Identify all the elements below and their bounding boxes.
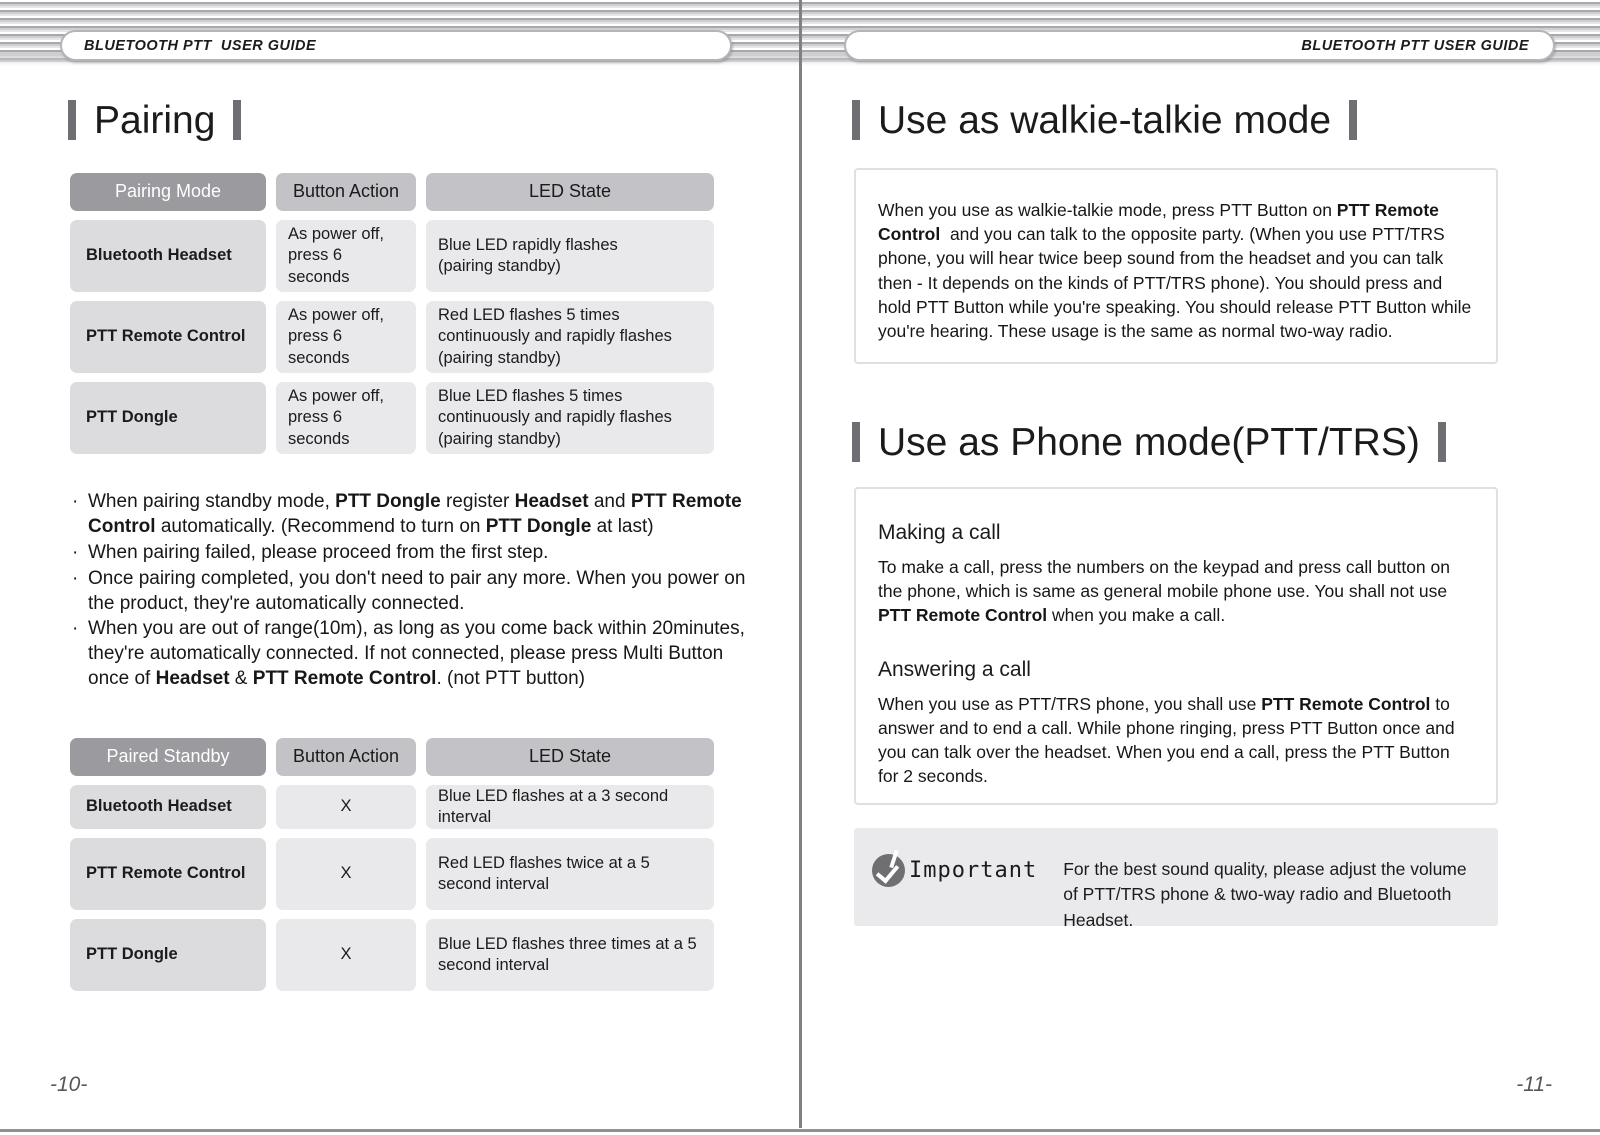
standby-row2-led: Blue LED flashes three times at a 5 seco… [426,919,714,991]
pairing-table-header-row: Pairing Mode Button Action LED State [70,173,714,211]
pairing-table-header-mode: Pairing Mode [70,173,266,211]
running-header-right-text: BLUETOOTH PTT USER GUIDE [1301,37,1529,54]
standby-row0-led: Blue LED flashes at a 3 second interval [426,785,714,829]
list-item: · When pairing failed, please proceed fr… [72,541,752,566]
important-text: For the best sound quality, please adjus… [1063,859,1467,930]
list-item: · Once pairing completed, you don't need… [72,567,752,617]
standby-row0-mode: Bluetooth Headset [70,785,266,829]
pairing-table: Pairing Mode Button Action LED State Blu… [70,173,714,463]
heading-bar-left-icon [852,100,860,140]
heading-bar-right-icon [233,100,242,140]
walkie-talkie-body: When you use as walkie-talkie mode, pres… [878,200,1472,342]
important-label: Important [909,858,1038,883]
page-gutter-divider [799,0,802,1128]
running-header-left-text: BLUETOOTH PTT USER GUIDE [84,37,317,54]
pairing-table-header-led: LED State [426,173,714,211]
section-heading-pairing: Pairing [68,98,242,142]
pairing-row2-led: Blue LED flashes 5 times continuously an… [426,382,714,454]
heading-bar-left-icon [852,422,860,462]
standby-table-header-row: Paired Standby Button Action LED State [70,738,714,776]
answering-a-call-body: When you use as PTT/TRS phone, you shall… [878,693,1455,787]
pairing-table-header-action: Button Action [276,173,416,211]
pairing-row1-led: Red LED flashes 5 times continuously and… [426,301,714,373]
standby-table-header-action: Button Action [276,738,416,776]
standby-row1-action: X [276,838,416,910]
pairing-notes-list: · When pairing standby mode, PTT Dongle … [72,490,752,693]
standby-row2-action: X [276,919,416,991]
making-a-call-heading: Making a call [878,521,1001,544]
important-badge [872,828,905,887]
page-number-left: -10- [50,1073,88,1096]
bottom-rule-divider [0,1129,1600,1132]
table-row: PTT Dongle As power off, press 6 seconds… [70,382,714,454]
pairing-row2-action: As power off, press 6 seconds [276,382,416,454]
section-title-phone-mode: Use as Phone mode(PTT/TRS) [878,420,1420,464]
table-row: PTT Remote Control X Red LED flashes twi… [70,838,714,910]
important-callout: Important For the best sound quality, pl… [854,828,1498,930]
right-page: BLUETOOTH PTT USER GUIDE Use as walkie-t… [800,0,1600,1135]
section-heading-walkie-talkie: Use as walkie-talkie mode [852,98,1358,142]
list-item: · When you are out of range(10m), as lon… [72,617,752,692]
pairing-note-1: When pairing failed, please proceed from… [88,541,549,563]
standby-row0-action: X [276,785,416,829]
pairing-row0-led: Blue LED rapidly flashes (pairing standb… [426,220,714,292]
pairing-row0-action: As power off, press 6 seconds [276,220,416,292]
pairing-note-0: When pairing standby mode, PTT Dongle re… [88,491,742,537]
paired-standby-table: Paired Standby Button Action LED State B… [70,738,714,1000]
standby-row1-led: Red LED flashes twice at a 5 second inte… [426,838,714,910]
heading-bar-right-icon [1437,422,1446,462]
check-circle-icon [872,849,905,887]
walkie-talkie-info-box: When you use as walkie-talkie mode, pres… [854,168,1498,364]
bullet-dot-icon: · [72,491,79,512]
check-tail-icon [889,849,899,869]
left-page: BLUETOOTH PTT USER GUIDE Pairing Pairing… [0,0,800,1135]
running-header-left: BLUETOOTH PTT USER GUIDE [60,30,732,61]
standby-row1-mode: PTT Remote Control [70,838,266,910]
pairing-note-3: When you are out of range(10m), as long … [88,618,745,690]
standby-table-header-led: LED State [426,738,714,776]
bullet-dot-icon: · [72,567,79,589]
standby-table-header-mode: Paired Standby [70,738,266,776]
page-number-right: -11- [1516,1073,1552,1096]
section-title-walkie-talkie: Use as walkie-talkie mode [878,98,1332,142]
making-a-call-body: To make a call, press the numbers on the… [878,557,1450,626]
phone-mode-info-box: Making a call To make a call, press the … [854,487,1498,805]
pairing-row1-action: As power off, press 6 seconds [276,301,416,373]
running-header-right: BLUETOOTH PTT USER GUIDE [844,30,1555,61]
table-row: Bluetooth Headset X Blue LED flashes at … [70,785,714,829]
heading-bar-left-icon [68,100,76,140]
section-heading-phone-mode: Use as Phone mode(PTT/TRS) [852,422,1446,462]
list-item: · When pairing standby mode, PTT Dongle … [72,490,752,540]
heading-bar-right-icon [1349,100,1358,140]
pairing-note-2: Once pairing completed, you don't need t… [88,567,746,614]
table-row: Bluetooth Headset As power off, press 6 … [70,220,714,292]
bullet-dot-icon: · [72,618,79,640]
pairing-row2-mode: PTT Dongle [70,382,266,454]
section-title-pairing: Pairing [94,98,216,142]
manual-page-spread: BLUETOOTH PTT USER GUIDE Pairing Pairing… [0,0,1600,1135]
answering-a-call-heading: Answering a call [878,657,1031,681]
bullet-dot-icon: · [72,541,79,563]
pairing-row1-mode: PTT Remote Control [70,301,266,373]
pairing-row0-mode: Bluetooth Headset [70,220,266,292]
table-row: PTT Remote Control As power off, press 6… [70,301,714,373]
table-row: PTT Dongle X Blue LED flashes three time… [70,919,714,991]
standby-row2-mode: PTT Dongle [70,919,266,991]
